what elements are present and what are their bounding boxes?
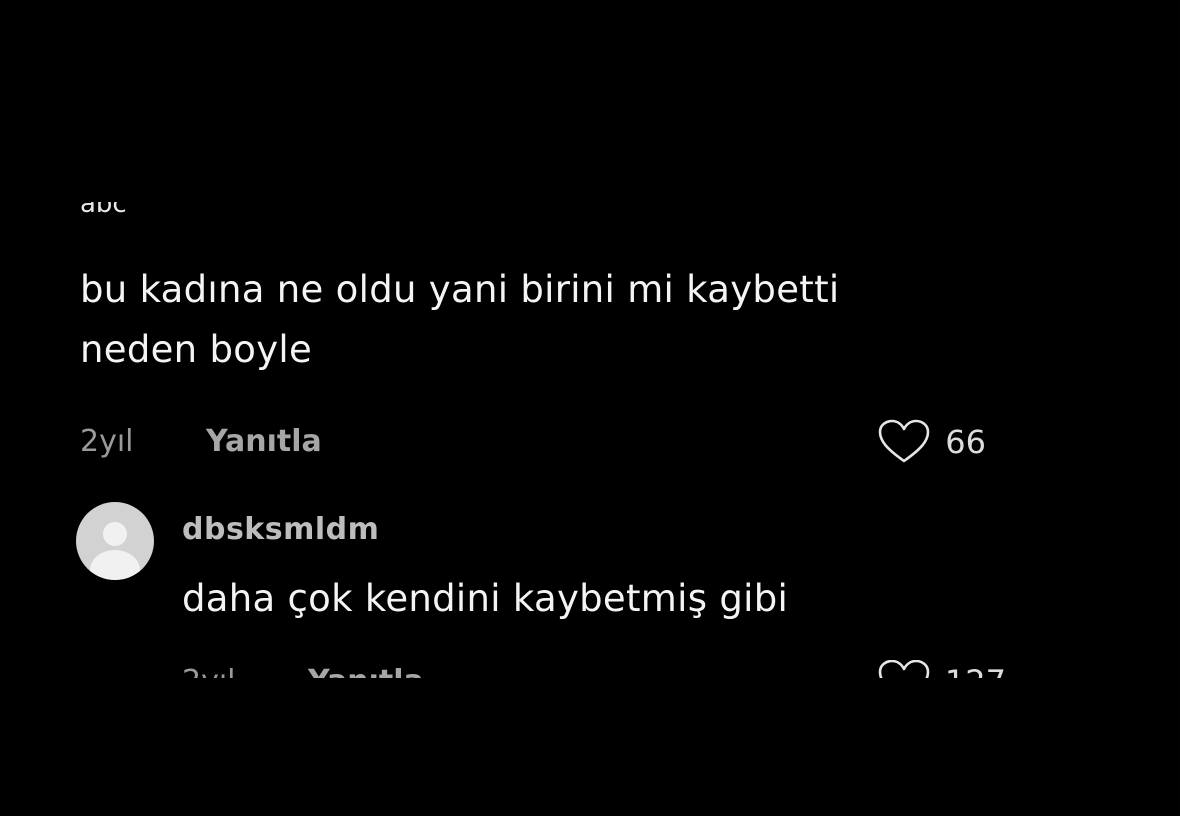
like-count: 127 [945,663,1006,678]
comment-thread: abc bu kadına ne oldu yani birini mi kay… [0,0,1180,816]
like-group: 127 [877,660,1006,678]
comment-username-text: abc [80,202,127,219]
comment-body: dbsksmldm daha çok kendini kaybetmiş gib… [182,500,1016,678]
comment-text: daha çok kendini kaybetmiş gibi [182,577,789,620]
avatar-body-shape [90,550,140,580]
comment-meta: 2yıl Yanıtla 127 [182,660,1016,678]
heart-icon[interactable] [877,660,931,678]
comment-username[interactable]: abc [80,202,1010,222]
like-count: 66 [945,423,986,461]
reply-button[interactable]: Yanıtla [206,420,322,464]
comment-meta: 2yıl Yanıtla 66 [80,419,1010,465]
reply-button[interactable]: Yanıtla [308,660,424,678]
comment: abc bu kadına ne oldu yani birini mi kay… [80,196,1010,464]
comment-time: 2yıl [182,660,236,678]
comment-text-line: neden boyle [80,328,313,371]
comment-time: 2yıl [80,424,134,459]
avatar-head-shape [103,522,127,546]
heart-icon[interactable] [877,419,931,465]
avatar[interactable] [76,502,154,580]
like-group: 66 [877,419,986,465]
comment-text-line: bu kadına ne oldu yani birini mi kaybett… [80,268,840,311]
comment-text: bu kadına ne oldu yani birini mi kaybett… [80,260,1010,380]
comment-username[interactable]: dbsksmldm [182,508,1016,552]
